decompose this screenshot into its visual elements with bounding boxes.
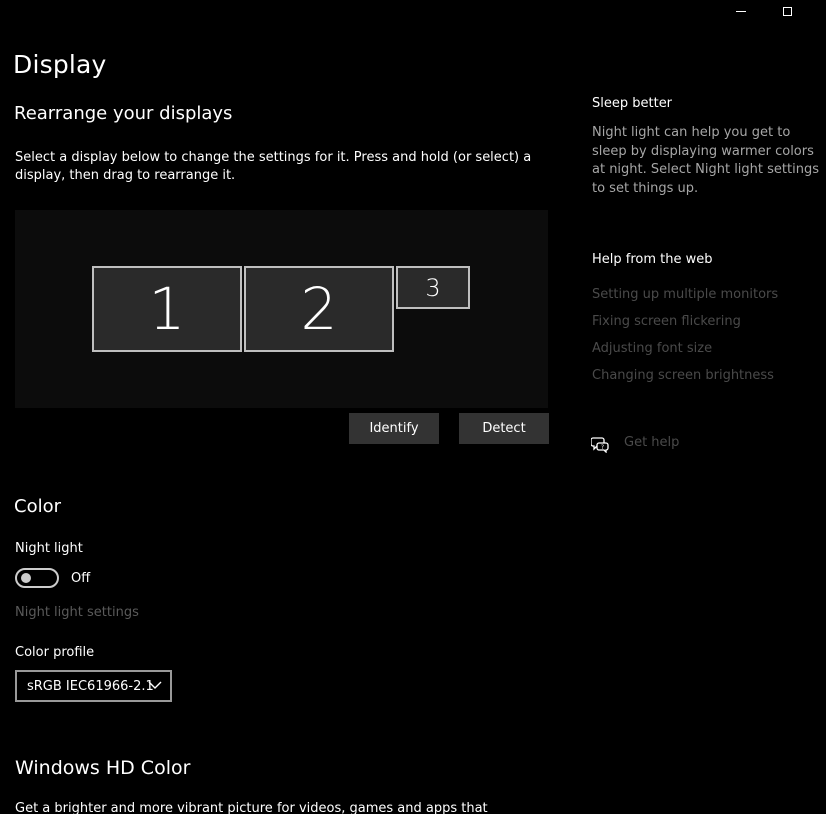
display-2[interactable]: 2 (244, 266, 394, 352)
svg-text:?: ? (601, 444, 604, 451)
help-link-multiple-monitors[interactable]: Setting up multiple monitors (592, 287, 778, 302)
chat-help-icon: ? (591, 437, 609, 453)
night-light-label: Night light (15, 541, 83, 556)
chevron-down-icon (148, 681, 162, 689)
night-light-state: Off (71, 571, 91, 586)
settings-window: Display Rearrange your displays Select a… (0, 0, 826, 814)
help-link-screen-flickering[interactable]: Fixing screen flickering (592, 314, 741, 329)
night-light-settings-link[interactable]: Night light settings (15, 605, 139, 620)
color-profile-label: Color profile (15, 645, 95, 660)
identify-button[interactable]: Identify (349, 413, 439, 444)
sleep-better-description: Night light can help you get to sleep by… (592, 125, 819, 196)
minimize-button[interactable] (718, 0, 764, 22)
hd-color-description: Get a brighter and more vibrant picture … (15, 801, 488, 814)
hd-color-title: Windows HD Color (15, 757, 191, 779)
minimize-icon (736, 10, 746, 12)
color-title: Color (14, 496, 61, 517)
rearrange-title: Rearrange your displays (14, 103, 233, 124)
sleep-better-title: Sleep better (592, 96, 673, 111)
night-light-toggle[interactable] (15, 568, 59, 588)
help-from-web-title: Help from the web (592, 252, 713, 267)
detect-button[interactable]: Detect (459, 413, 549, 444)
toggle-knob (21, 573, 31, 583)
display-3[interactable]: 3 (396, 266, 470, 309)
maximize-button[interactable] (764, 0, 810, 22)
maximize-icon (782, 6, 792, 16)
rearrange-description: Select a display below to change the set… (15, 150, 532, 183)
help-link-screen-brightness[interactable]: Changing screen brightness (592, 368, 774, 383)
display-1[interactable]: 1 (92, 266, 242, 352)
get-help-link[interactable]: Get help (624, 435, 679, 450)
help-link-font-size[interactable]: Adjusting font size (592, 341, 712, 356)
page-title: Display (13, 50, 107, 79)
color-profile-value: sRGB IEC61966-2.1 (27, 678, 154, 694)
color-profile-select[interactable]: sRGB IEC61966-2.1 (15, 670, 172, 702)
